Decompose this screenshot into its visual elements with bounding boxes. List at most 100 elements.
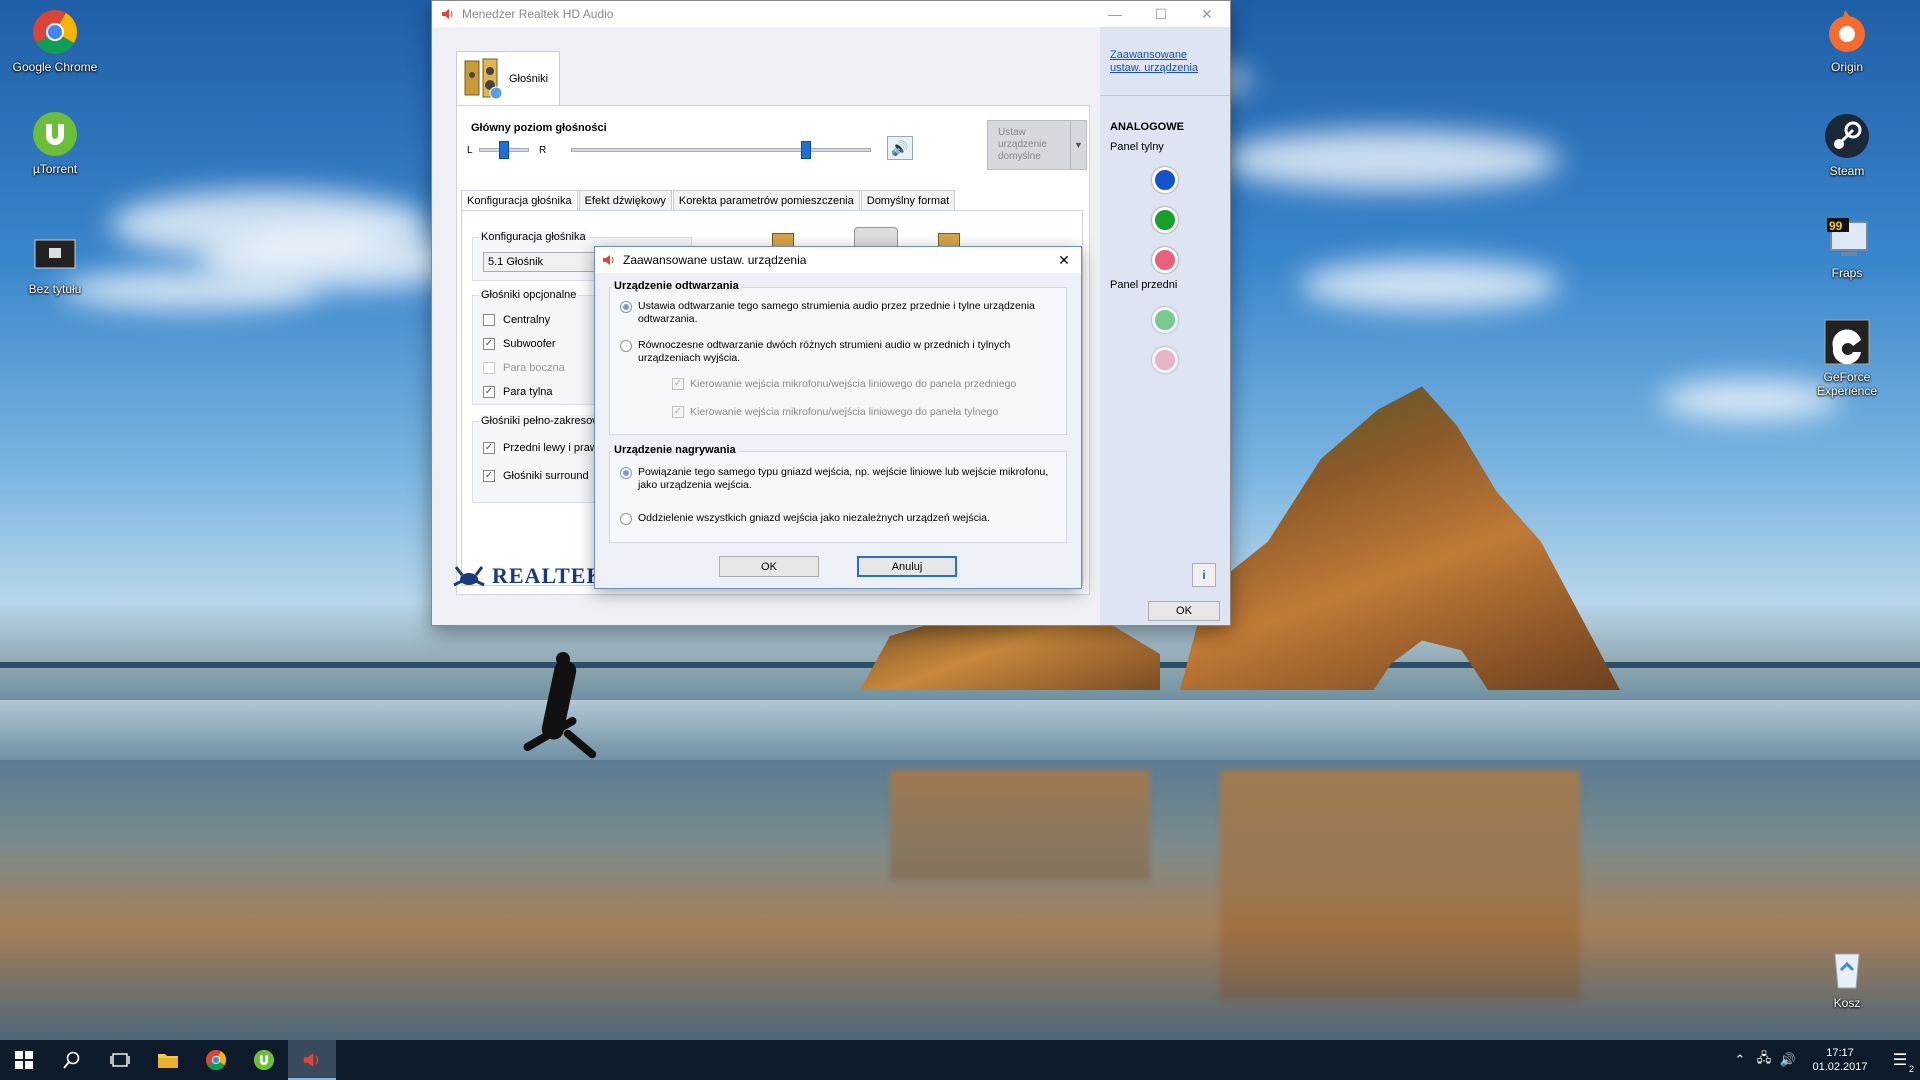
taskbar-realtek[interactable] <box>288 1040 336 1080</box>
dialog-titlebar[interactable]: Zaawansowane ustaw. urządzenia ✕ <box>595 247 1081 273</box>
balance-slider[interactable]: L R <box>467 140 557 160</box>
tab-speakers-label: Głośniki <box>509 72 549 85</box>
utorrent-icon <box>253 1049 275 1071</box>
tab-room-correction[interactable]: Korekta parametrów pomieszczenia <box>672 190 860 211</box>
notification-count: 2 <box>1908 1064 1914 1074</box>
realtek-brand: REALTEK <box>492 563 605 588</box>
checkbox-para-tylna[interactable]: ✓ Para tylna <box>483 386 553 398</box>
notification-icon: ☰ <box>1892 1052 1908 1069</box>
clock[interactable]: 17:17 01.02.2017 <box>1800 1046 1880 1074</box>
tab-default-format[interactable]: Domyślny format <box>860 190 956 211</box>
balance-right-label: R <box>539 145 547 156</box>
chrome-icon <box>31 8 79 56</box>
chevron-up-icon[interactable]: ⌃ <box>1728 1052 1752 1068</box>
radio-record-separate-inputs[interactable]: Oddzielenie wszystkich gniazd wejścia ja… <box>620 512 1060 525</box>
windows-icon <box>15 1051 33 1069</box>
analog-label: ANALOGOWE <box>1110 121 1184 133</box>
task-view-button[interactable] <box>96 1040 144 1080</box>
dialog-close-button[interactable]: ✕ <box>1047 247 1081 273</box>
balance-thumb[interactable] <box>499 141 509 159</box>
folder-icon <box>158 1054 178 1068</box>
recording-label: Urządzenie nagrywania <box>612 444 738 456</box>
desktop-icon-kosz[interactable]: Kosz <box>1802 944 1892 1010</box>
volume-icon: 🔊 <box>891 139 909 156</box>
speaker-icon <box>440 6 456 22</box>
checkbox-centralny[interactable]: Centralny <box>483 314 550 326</box>
realtek-titlebar[interactable]: Menedżer Realtek HD Audio — ☐ ✕ <box>432 1 1230 27</box>
desktop-icon-bez-tytulu[interactable]: Bez tytułu <box>10 230 100 296</box>
desktop-icon-steam[interactable]: Steam <box>1802 112 1892 178</box>
chrome-icon <box>205 1049 227 1071</box>
checkbox-label: Głośniki surround <box>503 470 589 482</box>
utorrent-icon <box>31 110 79 158</box>
tab-sound-effect[interactable]: Efekt dźwiękowy <box>578 190 672 211</box>
playback-group: Urządzenie odtwarzania Ustawia odtwarzan… <box>609 280 1067 435</box>
front-panel-label: Panel przedni <box>1110 279 1178 291</box>
ok-button[interactable]: OK <box>1148 601 1220 621</box>
taskbar-chrome[interactable] <box>192 1040 240 1080</box>
close-icon: ✕ <box>1058 251 1070 268</box>
checkbox-label: Para boczna <box>503 362 565 374</box>
realtek-title: Menedżer Realtek HD Audio <box>462 7 614 21</box>
clock-time: 17:17 <box>1826 1047 1854 1059</box>
realtek-logo: REALTEK <box>452 563 605 589</box>
tab-speaker-config[interactable]: Konfiguracja głośnika <box>461 190 578 211</box>
set-default-device-button[interactable]: Ustaw urządzenie domyślne ▼ <box>987 120 1087 170</box>
network-icon[interactable]: 🖧 <box>1752 1049 1776 1071</box>
start-button[interactable] <box>0 1040 48 1080</box>
desktop-icon-utorrent[interactable]: µTorrent <box>10 110 100 176</box>
checkbox-front-lr[interactable]: ✓ Przedni lewy i praw <box>483 442 598 454</box>
volume-thumb[interactable] <box>801 141 811 159</box>
taskbar: ⌃ 🖧 🔊 17:17 01.02.2017 ☰ 2 <box>0 1040 1920 1080</box>
task-view-icon <box>110 1053 130 1067</box>
speaker-icon <box>303 1053 319 1067</box>
desktop-icon-geforce[interactable]: GeForce Experience <box>1802 318 1892 398</box>
maximize-button[interactable]: ☐ <box>1138 1 1184 27</box>
radio-label: Równoczesne odtwarzanie dwóch różnych st… <box>638 339 1011 364</box>
checkbox-route-rear-panel[interactable]: ✓ Kierowanie wejścia mikrofonu/wejścia li… <box>672 406 998 418</box>
speaker-config-value: 5.1 Głośnik <box>488 256 544 268</box>
volume-icon[interactable]: 🔊 <box>1776 1052 1800 1068</box>
taskbar-utorrent[interactable] <box>240 1040 288 1080</box>
chevron-down-icon[interactable]: ▼ <box>1070 121 1086 169</box>
radio-record-group-inputs[interactable]: Powiązanie tego samego typu gniazd wejśc… <box>620 466 1060 492</box>
volume-slider[interactable] <box>571 140 871 160</box>
dialog-title: Zaawansowane ustaw. urządzenia <box>623 253 807 267</box>
checkbox-para-boczna[interactable]: Para boczna <box>483 362 565 374</box>
radio-playback-same-stream[interactable]: Ustawia odtwarzanie tego samego strumien… <box>620 300 1060 326</box>
checkbox-route-front-panel[interactable]: ✓ Kierowanie wejścia mikrofonu/wejścia li… <box>672 378 1016 390</box>
set-default-label: Ustaw urządzenie domyślne <box>998 127 1047 162</box>
tab-speakers[interactable]: Głośniki <box>456 51 560 105</box>
speaker-icon <box>601 252 617 268</box>
jack-rear-blue[interactable] <box>1152 167 1178 193</box>
advanced-settings-dialog: Zaawansowane ustaw. urządzenia ✕ Urządze… <box>594 246 1082 589</box>
playback-label: Urządzenie odtwarzania <box>612 280 741 292</box>
dialog-ok-button[interactable]: OK <box>719 556 819 577</box>
advanced-settings-link[interactable]: Zaawansowane ustaw. urządzenia <box>1110 49 1210 75</box>
search-button[interactable] <box>48 1040 96 1080</box>
minimize-button[interactable]: — <box>1092 1 1138 27</box>
checkbox-label: Para tylna <box>503 386 553 398</box>
fraps-icon: 99 <box>1823 214 1871 262</box>
close-button[interactable]: ✕ <box>1184 1 1230 27</box>
desktop-icon-chrome[interactable]: Google Chrome <box>10 8 100 74</box>
mute-button[interactable]: 🔊 <box>887 136 913 160</box>
checkbox-subwoofer[interactable]: ✓ Subwoofer <box>483 338 556 350</box>
checkbox-surround[interactable]: ✓ Głośniki surround <box>483 470 589 482</box>
radio-playback-two-streams[interactable]: Równoczesne odtwarzanie dwóch różnych st… <box>620 339 1060 365</box>
info-button[interactable]: i <box>1192 563 1216 587</box>
jack-front-green[interactable] <box>1152 307 1178 333</box>
rear-panel-label: Panel tylny <box>1110 141 1164 153</box>
radio-label: Oddzielenie wszystkich gniazd wejścia ja… <box>638 512 990 524</box>
crab-logo-icon <box>453 566 485 587</box>
checkbox-label: Kierowanie wejścia mikrofonu/wejścia lin… <box>690 406 999 418</box>
action-center-button[interactable]: ☰ 2 <box>1880 1040 1920 1080</box>
taskbar-file-explorer[interactable] <box>144 1040 192 1080</box>
dialog-cancel-button[interactable]: Anuluj <box>857 556 957 577</box>
desktop-icon-origin[interactable]: Origin <box>1802 8 1892 74</box>
jack-rear-pink[interactable] <box>1152 247 1178 273</box>
jack-front-pink[interactable] <box>1152 347 1178 373</box>
optional-speakers-label: Głośniki opcjonalne <box>479 289 579 301</box>
jack-rear-green[interactable] <box>1152 207 1178 233</box>
desktop-icon-fraps[interactable]: 99 Fraps <box>1802 214 1892 280</box>
